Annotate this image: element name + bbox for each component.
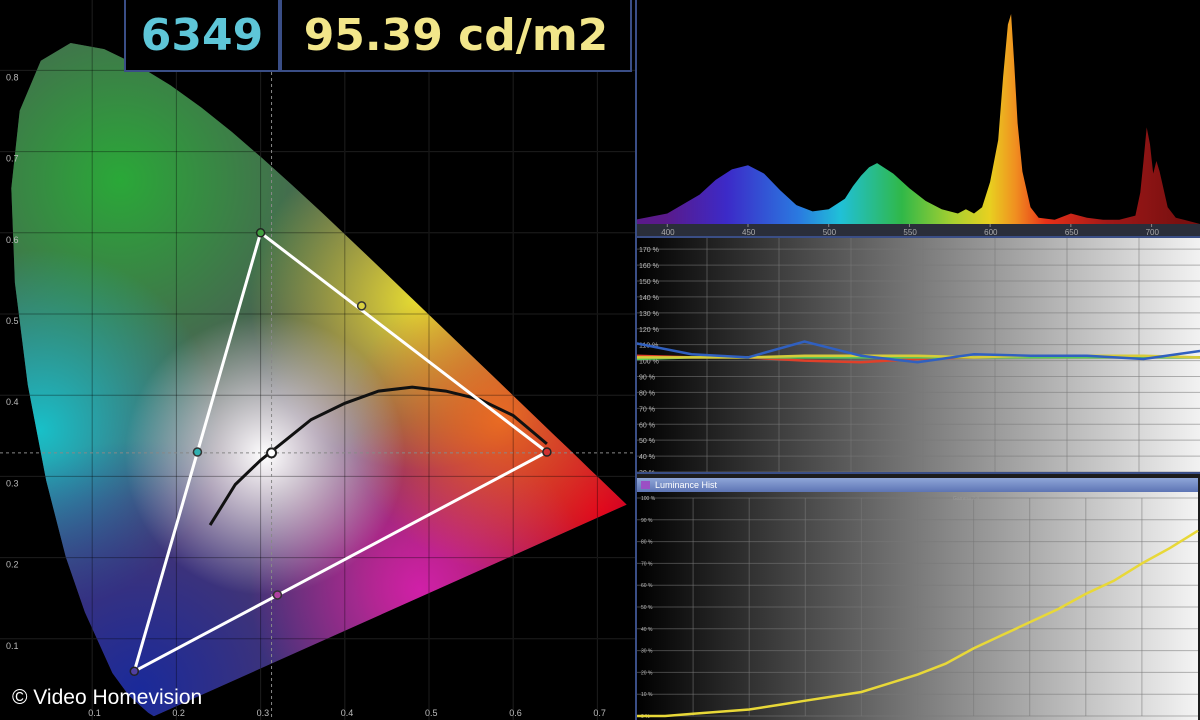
lum-tick-label: 10 % [641, 692, 653, 698]
primary-point-green [255, 228, 266, 238]
rgb-tick-label: 120 % [639, 327, 659, 334]
luminance-readout: 95.39 cd/m2 [280, 0, 632, 72]
primary-point-red [542, 447, 552, 457]
rgb-tick-label: 170 % [639, 247, 659, 254]
cie-x-tick-label: 0.3 [257, 708, 270, 718]
color-temperature-readout: 6349 [124, 0, 280, 72]
rgb-tick-label: 50 % [639, 438, 655, 445]
spectrum-tick-label: 400 [661, 228, 675, 237]
secondary-point-cyan [192, 447, 203, 457]
secondary-point-magenta [272, 590, 283, 600]
color-temperature-value: 6349 [140, 9, 264, 61]
rgb-tick-label: 130 % [639, 311, 659, 318]
cie-chromaticity-diagram: 0.1 0.2 0.3 0.4 0.5 0.6 0.70.10.20.30.40.50.60… [0, 0, 635, 720]
cie-y-tick-label: 0.1 [6, 641, 19, 651]
spectrum-chart: 400 450 500 550 600 650 700 [635, 0, 1200, 238]
cie-color-fill [11, 43, 627, 717]
cie-x-tick-label: 0.6 [509, 708, 522, 718]
lum-tick-label: 50 % [641, 605, 653, 611]
spectrum-axis: 400 450 500 550 600 650 700 [635, 224, 1200, 238]
secondary-point-yellow [356, 301, 367, 311]
luminance-subtitle: Gamma 2.4 [953, 496, 979, 502]
cie-y-tick-label: 0.8 [6, 72, 19, 82]
cie-y-tick-label: 0.6 [6, 235, 19, 245]
luminance-panel-title: Luminance Hist [655, 480, 718, 490]
spectrum-tick-label: 700 [1146, 228, 1160, 237]
copyright-text: © Video Homevision [12, 686, 203, 709]
cie-y-tick-label: 0.4 [6, 397, 19, 407]
lum-tick-label: 90 % [641, 518, 653, 524]
lum-tick-label: 40 % [641, 627, 653, 633]
spectrum-axis-bar [635, 224, 1200, 238]
rgb-tick-label: 70 % [639, 406, 655, 413]
lum-tick-label: 80 % [641, 540, 653, 546]
cie-y-tick-label: 0.3 [6, 478, 19, 488]
lum-tick-label: 70 % [641, 561, 653, 567]
cie-y-tick-label: 0.5 [6, 316, 19, 326]
rgb-tick-label: 90 % [639, 375, 655, 382]
spectrum-tick-label: 500 [823, 228, 837, 237]
lum-tick-label: 30 % [641, 649, 653, 655]
rgb-tick-label: 150 % [639, 279, 659, 286]
white-point [266, 447, 278, 459]
rgb-tick-label: 140 % [639, 295, 659, 302]
spectrum-tick-label: 450 [742, 228, 756, 237]
rgb-tick-label: 80 % [639, 390, 655, 397]
cie-x-tick-label: 0.4 [341, 708, 354, 718]
luminance-panel-titlebar: Luminance Hist [637, 478, 1198, 492]
rgb-tick-label: 60 % [639, 422, 655, 429]
cie-x-tick-label: 0.5 [425, 708, 438, 718]
lum-tick-label: 100 % [641, 496, 656, 502]
spectrum-tick-label: 650 [1065, 228, 1079, 237]
spectrum-tick-label: 550 [903, 228, 917, 237]
cie-y-tick-label: 0.7 [6, 154, 19, 164]
luminance-value: 95.39 cd/m2 [303, 9, 609, 61]
primary-point-blue [129, 666, 140, 677]
spectrum-tick-label: 600 [984, 228, 998, 237]
lum-tick-label: 60 % [641, 583, 653, 589]
luminance-panel-icon [641, 481, 650, 489]
luminance-chart: 0 %10 %20 %30 %40 %50 %60 %70 %80 %90 %1… [635, 472, 1200, 720]
lum-tick-label: 20 % [641, 670, 653, 676]
cie-x-tick-label: 0.7 [593, 708, 606, 718]
rgb-balance-chart: 30 %40 %50 %60 %70 %80 %90 %100 %110 %12… [635, 238, 1200, 472]
rgb-tick-label: 160 % [639, 263, 659, 270]
rgb-tick-label: 40 % [639, 454, 655, 461]
cie-y-tick-label: 0.2 [6, 560, 19, 570]
